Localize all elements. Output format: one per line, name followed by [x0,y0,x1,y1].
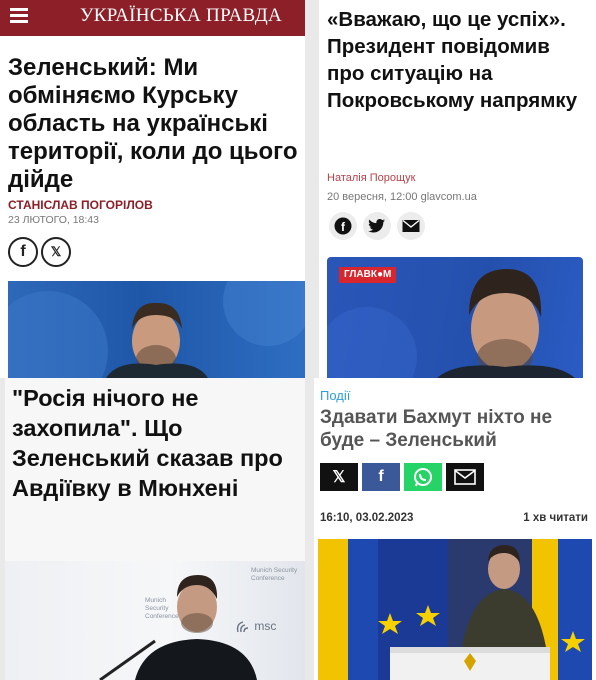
article-card-munich[interactable]: "Росія нічого не захопила". Що Зеленськи… [5,378,305,680]
facebook-share-icon[interactable]: f [329,212,357,240]
article-author[interactable]: СТАНІСЛАВ ПОГОРІЛОВ [8,198,153,212]
article-photo[interactable]: Munich Security Conference Munich Securi… [5,561,305,680]
zelensky-photo-image [318,539,592,680]
facebook-share-icon[interactable]: f [8,237,38,267]
article-card-bakhmut[interactable]: Події Здавати Бахмут ніхто не буде – Зел… [314,378,596,680]
article-headline[interactable]: Здавати Бахмут ніхто не буде – Зеленськи… [320,406,590,452]
backdrop-text: Munich Security Conference [145,597,179,620]
x-share-icon[interactable]: 𝕏 [320,463,358,491]
article-author[interactable]: Наталія Порощук [327,172,415,184]
msc-logo: msc [235,619,276,634]
zelensky-photo-image [8,281,305,378]
whatsapp-share-icon[interactable] [404,463,442,491]
article-date: 23 ЛЮТОГО, 18:43 [8,214,99,226]
facebook-share-icon[interactable]: f [362,463,400,491]
email-share-icon[interactable] [446,463,484,491]
article-photo[interactable] [8,281,305,378]
x-share-icon[interactable]: 𝕏 [41,237,71,267]
site-logo[interactable]: УКРАЇНСЬКА ПРАВДА [80,5,282,27]
article-datetime: 16:10, 03.02.2023 [320,512,414,524]
article-headline[interactable]: "Росія нічого не захопила". Що Зеленськи… [12,383,300,503]
article-headline[interactable]: Зеленський: Ми обміняємо Курську область… [8,54,300,194]
msc-logo-icon [236,621,249,632]
article-photo[interactable] [318,539,592,680]
article-date-source: 20 вересня, 12:00 glavcom.ua [327,191,477,203]
twitter-share-icon[interactable] [363,212,391,240]
photo-badge: ГЛАВК●М [339,267,397,283]
email-share-icon[interactable] [397,212,425,240]
article-photo[interactable]: ГЛАВК●М [327,257,583,378]
article-headline[interactable]: «Вважаю, що це успіх». Президент повідом… [327,6,589,114]
article-card-glavcom[interactable]: «Вважаю, що це успіх». Президент повідом… [319,0,596,378]
menu-icon[interactable] [10,8,28,24]
msc-logo-text: msc [254,619,277,633]
site-header: УКРАЇНСЬКА ПРАВДА [0,0,305,36]
rubric-link[interactable]: Події [320,388,350,403]
read-time: 1 хв читати [523,512,588,524]
article-card-up[interactable]: УКРАЇНСЬКА ПРАВДА Зеленський: Ми обміняє… [0,0,305,378]
backdrop-text: Munich Security Conference [251,567,298,582]
